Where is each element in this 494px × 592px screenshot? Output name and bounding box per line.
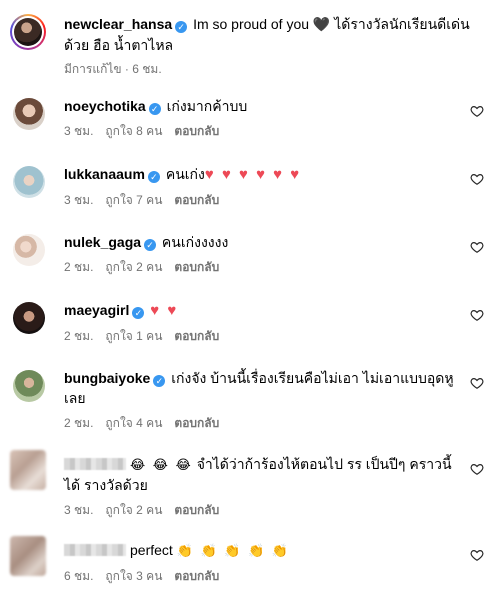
comment-likes[interactable]: ถูกใจ 1 คน <box>105 329 162 343</box>
commenter-avatar[interactable] <box>13 302 45 334</box>
heart-outline-icon[interactable] <box>470 548 484 562</box>
commenter-avatar[interactable] <box>13 234 45 266</box>
reply-button[interactable]: ตอบกลับ <box>174 416 219 430</box>
heart-outline-icon[interactable] <box>470 240 484 254</box>
comment-text: เก่งมากค้าบบ <box>166 98 248 114</box>
reply-button[interactable]: ตอบกลับ <box>174 124 219 138</box>
laughing-emoji: 😂 😂 😂 <box>130 457 193 472</box>
comment-item: perfect 👏 👏 👏 👏 👏 6 ชม. ถูกใจ 3 คน ตอบกลับ <box>10 536 484 588</box>
commenter-avatar[interactable] <box>13 98 45 130</box>
comment-item: bungbaiyoke ✓ เก่งจัง บ้านนี้เรื่องเรียนค… <box>10 368 484 436</box>
comment-time: 3 ชม. <box>64 503 94 517</box>
reply-button[interactable]: ตอบกลับ <box>174 260 219 274</box>
comment-time: 2 ชม. <box>64 329 94 343</box>
comment-item: nulek_gaga ✓ คนเก่งงงงง 2 ชม. ถูกใจ 2 คน ตอ… <box>10 232 484 292</box>
comment-time: 6 ชม. <box>64 569 94 583</box>
reply-button[interactable]: ตอบกลับ <box>174 569 219 583</box>
commenter-avatar[interactable] <box>13 166 45 198</box>
verified-icon: ✓ <box>132 307 145 319</box>
verified-icon: ✓ <box>148 103 161 115</box>
comment-text: คนเก่งงงงง <box>161 234 229 250</box>
verified-icon: ✓ <box>147 171 160 183</box>
commenter-username-blurred[interactable] <box>64 544 126 556</box>
red-hearts-emoji: ♥ ♥ ♥ ♥ ♥ ♥ <box>204 166 302 183</box>
red-hearts-emoji: ♥ ♥ <box>150 302 179 319</box>
post-author-avatar[interactable] <box>10 14 46 50</box>
post-edited-time: มีการแก้ไข · 6 ชม. <box>64 62 162 76</box>
commenter-username[interactable]: maeyagirl <box>64 302 129 318</box>
heart-outline-icon[interactable] <box>470 104 484 118</box>
commenter-avatar[interactable] <box>10 450 46 490</box>
comment-likes[interactable]: ถูกใจ 8 คน <box>105 124 162 138</box>
heart-outline-icon[interactable] <box>470 462 484 476</box>
verified-icon: ✓ <box>175 21 188 33</box>
comment-item: maeyagirl ✓ ♥ ♥ 2 ชม. ถูกใจ 1 คน ตอบกลับ <box>10 300 484 360</box>
reply-button[interactable]: ตอบกลับ <box>174 503 219 517</box>
post-caption: newclear_hansa ✓ Im so proud of you 🖤 ได้… <box>64 14 484 56</box>
commenter-avatar[interactable] <box>13 370 45 402</box>
comment-item: noeychotika ✓ เก่งมากค้าบบ 3 ชม. ถูกใจ 8 ค… <box>10 96 484 156</box>
verified-icon: ✓ <box>153 375 166 387</box>
comment-item: 😂 😂 😂 จำได้ว่าก้าร้องไห้ตอนไป รร เป็นปีๆ… <box>10 450 484 522</box>
comment-likes[interactable]: ถูกใจ 2 คน <box>105 503 162 517</box>
commenter-avatar[interactable] <box>10 536 46 576</box>
comment-likes[interactable]: ถูกใจ 2 คน <box>105 260 162 274</box>
comment-item: lukkanaaum ✓ คนเก่ง♥ ♥ ♥ ♥ ♥ ♥ 3 ชม. ถูกใจ… <box>10 164 484 224</box>
comment-text: คนเก่ง <box>165 166 205 182</box>
commenter-username[interactable]: bungbaiyoke <box>64 370 150 386</box>
comment-likes[interactable]: ถูกใจ 4 คน <box>105 416 162 430</box>
heart-outline-icon[interactable] <box>470 308 484 322</box>
post-author-username[interactable]: newclear_hansa <box>64 16 172 32</box>
comment-time: 2 ชม. <box>64 416 94 430</box>
commenter-username[interactable]: nulek_gaga <box>64 234 141 250</box>
commenter-username[interactable]: lukkanaaum <box>64 166 145 182</box>
comment-time: 3 ชม. <box>64 124 94 138</box>
comment-likes[interactable]: ถูกใจ 7 คน <box>105 193 162 207</box>
heart-outline-icon[interactable] <box>470 376 484 390</box>
reply-button[interactable]: ตอบกลับ <box>174 329 219 343</box>
comment-likes[interactable]: ถูกใจ 3 คน <box>105 569 162 583</box>
comment-text: perfect <box>130 542 173 558</box>
clapping-emoji: 👏 👏 👏 👏 👏 <box>176 543 291 558</box>
comment-time: 3 ชม. <box>64 193 94 207</box>
comment-time: 2 ชม. <box>64 260 94 274</box>
reply-button[interactable]: ตอบกลับ <box>174 193 219 207</box>
commenter-username-blurred[interactable] <box>64 458 126 470</box>
commenter-username[interactable]: noeychotika <box>64 98 146 114</box>
heart-outline-icon[interactable] <box>470 172 484 186</box>
verified-icon: ✓ <box>144 239 157 251</box>
